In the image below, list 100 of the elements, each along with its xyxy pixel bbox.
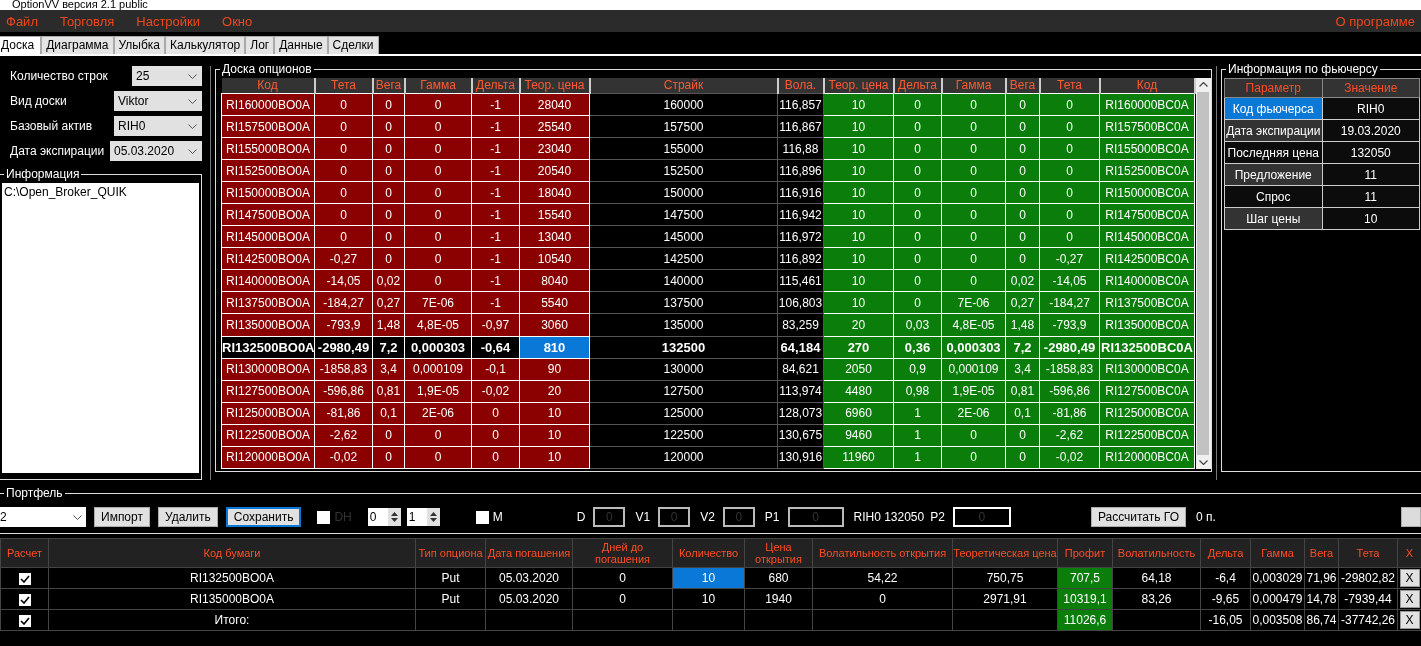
- checkbox[interactable]: [18, 614, 31, 627]
- column-header[interactable]: Теор. цена: [823, 78, 894, 94]
- checkbox[interactable]: [18, 593, 31, 606]
- column-header[interactable]: Гамма: [941, 78, 1006, 94]
- put-cell[interactable]: RI160000BO0A: [221, 93, 315, 116]
- scroll-down-icon[interactable]: [1198, 460, 1208, 465]
- put-cell[interactable]: 28040: [519, 93, 590, 116]
- strike-cell[interactable]: 132500: [589, 336, 778, 359]
- dropdown[interactable]: 05.03.2020: [110, 141, 202, 161]
- strike-cell[interactable]: 152500: [589, 159, 778, 182]
- remove-button[interactable]: X: [1399, 590, 1420, 608]
- info-text-area[interactable]: C:\Open_Broker_QUIK: [2, 183, 199, 473]
- call-cell[interactable]: RI160000BC0A: [1099, 93, 1195, 116]
- column-header[interactable]: Тета: [1039, 78, 1100, 94]
- strike-cell[interactable]: 127500: [589, 380, 778, 403]
- column-header[interactable]: Значение: [1322, 78, 1420, 98]
- tab[interactable]: Диаграмма: [41, 36, 114, 54]
- put-cell[interactable]: RI155000BO0A: [221, 137, 315, 160]
- dropdown[interactable]: 25: [132, 66, 202, 86]
- remove-button[interactable]: X: [1399, 569, 1420, 587]
- column-header[interactable]: Страйк: [589, 78, 778, 94]
- spin-up-icon[interactable]: [390, 512, 398, 516]
- checkbox[interactable]: [475, 510, 489, 524]
- toolbar-button[interactable]: Импорт: [94, 507, 150, 527]
- column-header[interactable]: Вега: [1005, 78, 1040, 94]
- column-header[interactable]: Вега: [1304, 538, 1339, 568]
- put-cell[interactable]: -1: [471, 93, 520, 116]
- call-cell[interactable]: 0: [893, 93, 942, 116]
- strike-cell[interactable]: 140000: [589, 269, 778, 292]
- call-cell[interactable]: 0: [1005, 93, 1040, 116]
- call-cell[interactable]: 10: [823, 93, 894, 116]
- volatility-cell[interactable]: 116,857: [777, 93, 824, 116]
- column-header[interactable]: Волатильность открытия: [812, 538, 953, 568]
- strike-cell[interactable]: 130000: [589, 358, 778, 381]
- column-header[interactable]: Код бумаги: [48, 538, 416, 568]
- put-cell[interactable]: RI142500BO0A: [221, 247, 315, 270]
- strike-cell[interactable]: 137500: [589, 291, 778, 314]
- strike-cell[interactable]: 135000: [589, 313, 778, 336]
- spin-down-icon[interactable]: [390, 518, 398, 522]
- strike-cell[interactable]: 142500: [589, 247, 778, 270]
- spin-up-icon[interactable]: [429, 512, 437, 516]
- menu-item[interactable]: Окно: [222, 13, 265, 29]
- parameter-cell[interactable]: Предложение: [1224, 163, 1322, 186]
- parameter-cell[interactable]: Шаг цены: [1224, 207, 1322, 230]
- strike-cell[interactable]: 160000: [589, 93, 778, 116]
- put-cell[interactable]: RI140000BO0A: [221, 269, 315, 292]
- toolbar-button[interactable]: Удалить: [157, 507, 218, 527]
- tab[interactable]: Сделки: [327, 36, 379, 54]
- column-header[interactable]: Вега: [372, 78, 405, 94]
- strike-cell[interactable]: 147500: [589, 203, 778, 226]
- strike-cell[interactable]: 145000: [589, 225, 778, 248]
- scrollbar[interactable]: [1195, 78, 1211, 469]
- column-header[interactable]: Цена открытия: [744, 538, 813, 568]
- column-header[interactable]: Дельта: [893, 78, 942, 94]
- column-header[interactable]: Дельта: [471, 78, 520, 94]
- column-header[interactable]: Дата погашения: [485, 538, 573, 568]
- put-cell[interactable]: RI122500BO0A: [221, 424, 315, 447]
- call-cell[interactable]: 0: [941, 93, 1006, 116]
- column-header[interactable]: Профит: [1057, 538, 1113, 568]
- put-cell[interactable]: RI157500BO0A: [221, 115, 315, 138]
- call-cell[interactable]: 0: [1039, 93, 1100, 116]
- put-cell[interactable]: RI145000BO0A: [221, 225, 315, 248]
- column-header[interactable]: Параметр: [1224, 78, 1322, 98]
- column-header[interactable]: Код: [221, 78, 315, 94]
- dropdown[interactable]: RIH0: [114, 116, 202, 136]
- put-cell[interactable]: RI125000BO0A: [221, 402, 315, 425]
- portfolio-dropdown[interactable]: 2: [0, 507, 86, 527]
- tab[interactable]: Калькулятор: [165, 36, 246, 54]
- number-spinner[interactable]: 1: [406, 508, 440, 526]
- strike-cell[interactable]: 150000: [589, 181, 778, 204]
- put-cell[interactable]: RI120000BO0A: [221, 446, 315, 469]
- strike-cell[interactable]: 157500: [589, 115, 778, 138]
- tab[interactable]: Улыбка: [113, 36, 166, 54]
- put-cell[interactable]: 0: [404, 93, 472, 116]
- strike-cell[interactable]: 120000: [589, 446, 778, 469]
- about-menu-item[interactable]: О программе: [1335, 13, 1415, 29]
- put-cell[interactable]: RI135000BO0A: [221, 313, 315, 336]
- parameter-cell[interactable]: Дата экспирации: [1224, 119, 1322, 142]
- column-header[interactable]: Волатильность: [1112, 538, 1201, 568]
- number-spinner[interactable]: 0: [367, 508, 401, 526]
- parameter-cell[interactable]: Код фьючерса: [1224, 97, 1322, 120]
- checkbox[interactable]: [18, 572, 31, 585]
- column-header[interactable]: Тип опциона: [415, 538, 486, 568]
- strike-cell[interactable]: 125000: [589, 402, 778, 425]
- calculate-button[interactable]: Рассчитать ГО: [1090, 507, 1187, 527]
- menu-item[interactable]: Торговля: [59, 13, 127, 29]
- column-header[interactable]: Дней до погашения: [572, 538, 673, 568]
- put-cell[interactable]: RI132500BO0A: [221, 336, 315, 359]
- column-header[interactable]: Количество: [672, 538, 745, 568]
- column-header[interactable]: Теоретическая цена: [952, 538, 1058, 568]
- tab[interactable]: Данные: [274, 36, 328, 54]
- menu-item[interactable]: Файл: [6, 13, 50, 29]
- column-header[interactable]: Гамма: [404, 78, 472, 94]
- put-cell[interactable]: RI130000BO0A: [221, 358, 315, 381]
- column-header[interactable]: Тета: [1338, 538, 1398, 568]
- tab[interactable]: Лог: [245, 36, 275, 54]
- remove-button[interactable]: X: [1399, 611, 1420, 629]
- strike-cell[interactable]: 155000: [589, 137, 778, 160]
- put-cell[interactable]: RI127500BO0A: [221, 380, 315, 403]
- tab[interactable]: Доска: [0, 36, 42, 54]
